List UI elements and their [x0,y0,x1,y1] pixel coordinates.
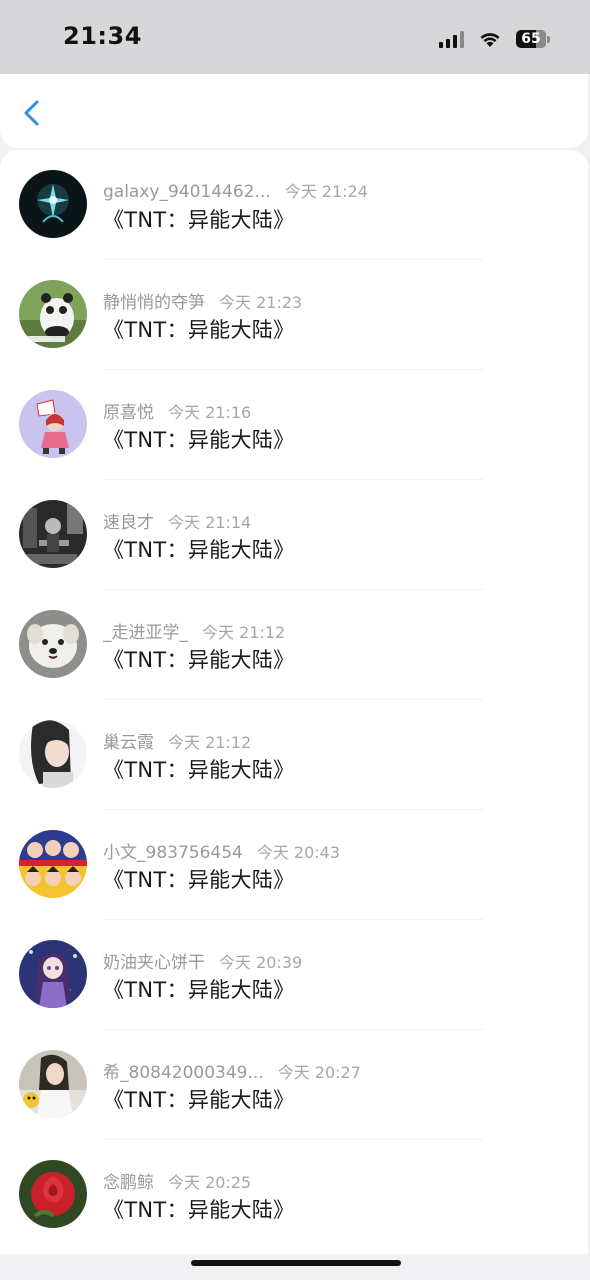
avatar[interactable] [19,940,87,1008]
battery-level: 65 [516,30,546,48]
item-meta: 奶油夹心饼干 今天 20:39 [103,948,303,973]
user-name[interactable]: 奶油夹心饼干 [103,948,205,973]
item-title: 《TNT：异能大陆》 [103,538,295,562]
list-item[interactable]: 静悄悄的夺笋 今天 21:23 《TNT：异能大陆》 [0,260,588,370]
item-title: 《TNT：异能大陆》 [103,978,295,1002]
list-item[interactable]: 念鹏鲸 今天 20:25 《TNT：异能大陆》 [0,1140,588,1250]
user-name[interactable]: 速良才 [103,508,154,533]
reply-time: 今天 20:43 [256,843,341,862]
reply-time: 今天 21:23 [219,293,303,312]
user-name[interactable]: 原喜悦 [103,398,154,423]
item-meta: 巢云霞 今天 21:12 [103,728,252,753]
status-bar: 21:34 65 [0,0,590,74]
user-name[interactable]: galaxy_94014462... [103,182,271,202]
reply-time: 今天 21:12 [202,623,286,642]
avatar[interactable] [19,390,87,458]
reply-time: 今天 20:25 [168,1173,252,1192]
item-title: 《TNT：异能大陆》 [103,428,295,452]
reply-time: 今天 21:24 [284,182,368,201]
item-title: 《TNT：异能大陆》 [103,318,295,342]
reply-time: 今天 20:39 [219,953,303,972]
battery-text: 65 [521,31,541,47]
item-meta: 静悄悄的夺笋 今天 21:23 [103,288,303,313]
item-meta: galaxy_94014462... 今天 21:24 [103,178,368,202]
nav-bar [0,74,588,148]
avatar[interactable] [19,720,87,788]
list-item[interactable]: 原喜悦 今天 21:16 《TNT：异能大陆》 [0,370,588,480]
wifi-icon [478,30,502,48]
user-name[interactable]: 静悄悄的夺笋 [103,288,205,313]
avatar[interactable] [19,610,87,678]
item-meta: 原喜悦 今天 21:16 [103,398,252,423]
avatar[interactable] [19,830,87,898]
user-name[interactable]: 念鹏鲸 [103,1168,154,1193]
list-item[interactable]: 小文_983756454 今天 20:43 《TNT：异能大陆》 [0,810,588,920]
item-meta: 速良才 今天 21:14 [103,508,252,533]
item-meta: 念鹏鲸 今天 20:25 [103,1168,252,1193]
item-title: 《TNT：异能大陆》 [103,758,295,782]
item-meta: _走进亚学_ 今天 21:12 [103,618,286,643]
reply-time: 今天 20:27 [277,1063,361,1082]
chevron-left-icon [24,100,39,126]
list-item[interactable]: 巢云霞 今天 21:12 《TNT：异能大陆》 [0,700,588,810]
item-title: 《TNT：异能大陆》 [103,648,295,672]
avatar[interactable] [19,280,87,348]
user-name[interactable]: _走进亚学_ [103,618,188,643]
signal-icon [439,30,464,48]
user-name[interactable]: 巢云霞 [103,728,154,753]
reply-list: galaxy_94014462... 今天 21:24 《TNT：异能大陆》 静悄… [0,150,588,1254]
reply-time: 今天 21:16 [168,403,252,422]
item-title: 《TNT：异能大陆》 [103,1198,295,1222]
avatar[interactable] [19,170,87,238]
reply-time: 今天 21:14 [168,513,252,532]
home-indicator[interactable] [191,1260,401,1266]
avatar[interactable] [19,500,87,568]
item-meta: 希_80842000349... 今天 20:27 [103,1058,361,1083]
back-button[interactable] [18,98,48,128]
list-item[interactable]: 希_80842000349... 今天 20:27 《TNT：异能大陆》 [0,1030,588,1140]
list-item[interactable]: galaxy_94014462... 今天 21:24 《TNT：异能大陆》 [0,150,588,260]
list-item[interactable]: 速良才 今天 21:14 《TNT：异能大陆》 [0,480,588,590]
user-name[interactable]: 小文_983756454 [103,838,243,863]
list-item[interactable]: 奶油夹心饼干 今天 20:39 《TNT：异能大陆》 [0,920,588,1030]
battery-icon: 65 [516,30,550,48]
item-title: 《TNT：异能大陆》 [103,1088,295,1112]
avatar[interactable] [19,1160,87,1228]
status-time: 21:34 [63,22,142,50]
item-title: 《TNT：异能大陆》 [103,868,295,892]
list-item[interactable]: _走进亚学_ 今天 21:12 《TNT：异能大陆》 [0,590,588,700]
item-meta: 小文_983756454 今天 20:43 [103,838,341,863]
item-title: 《TNT：异能大陆》 [103,208,295,232]
status-icons: 65 [439,27,550,51]
user-name[interactable]: 希_80842000349... [103,1058,264,1083]
reply-time: 今天 21:12 [168,733,252,752]
home-bar [0,1254,590,1280]
avatar[interactable] [19,1050,87,1118]
